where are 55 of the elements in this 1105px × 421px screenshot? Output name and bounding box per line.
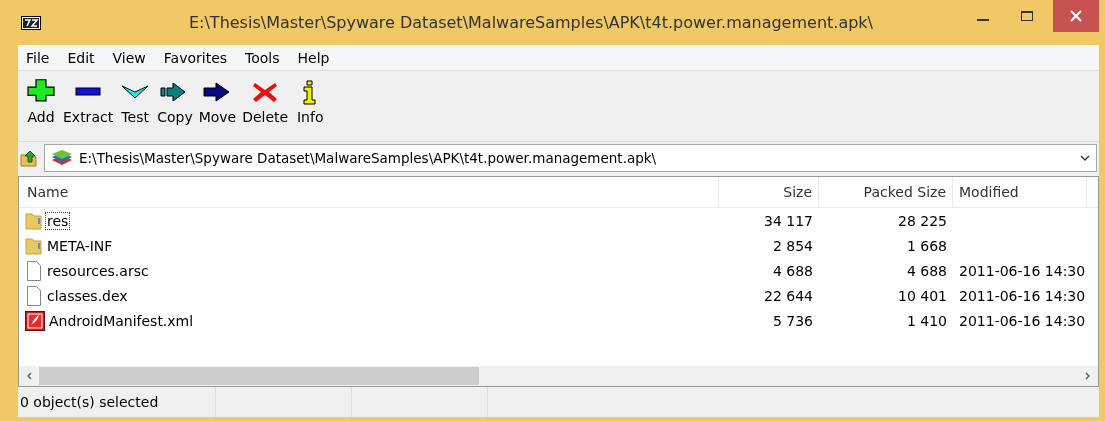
file-name[interactable]: res bbox=[45, 211, 71, 230]
menu-item[interactable]: Edit bbox=[58, 49, 104, 66]
xml-file-icon bbox=[25, 310, 45, 331]
column-header[interactable]: Name bbox=[19, 177, 719, 207]
file-icon bbox=[25, 285, 43, 306]
address-input[interactable]: E:\Thesis\Master\Spyware Dataset\MalwareSamples\APK\t4t.power.management.apk\ bbox=[79, 150, 1074, 166]
modified-cell-text: 2011-06-16 14:30 bbox=[958, 287, 1087, 304]
column-header[interactable]: Modified bbox=[953, 177, 1087, 207]
menu-item[interactable]: Help bbox=[288, 49, 339, 66]
stack-icon bbox=[51, 149, 73, 167]
modified-cell-text: 2011-06-16 14:30 bbox=[958, 262, 1087, 279]
packed-size-cell-text: 1 410 bbox=[905, 312, 948, 329]
column-header[interactable]: Size bbox=[719, 177, 819, 207]
menu-item[interactable]: Favorites bbox=[154, 49, 237, 66]
status-text: 0 object(s) selected bbox=[19, 394, 160, 410]
packed-size-cell-text: 10 401 bbox=[897, 287, 948, 304]
toolbar-button[interactable]: Extract bbox=[60, 79, 117, 141]
horizontal-scrollbar[interactable] bbox=[19, 366, 1098, 386]
dropdown-icon bbox=[1080, 155, 1090, 161]
scrollbar-thumb[interactable] bbox=[39, 367, 479, 385]
file-name[interactable]: AndroidManifest.xml bbox=[47, 311, 196, 330]
close-icon bbox=[1069, 10, 1083, 22]
window-title: E:\Thesis\Master\Spyware Dataset\MalwareSamples\APK\t4t.power.management.apk\ bbox=[187, 13, 874, 32]
file-name[interactable]: META-INF bbox=[45, 236, 115, 255]
plus-icon bbox=[25, 79, 57, 105]
packed-size-cell-text: 28 225 bbox=[897, 212, 948, 229]
packed-size-cell-text: 1 668 bbox=[905, 237, 948, 254]
maximize-icon bbox=[1020, 10, 1034, 22]
folder-up-button[interactable] bbox=[20, 149, 38, 167]
address-bar[interactable]: E:\Thesis\Master\Spyware Dataset\MalwareSamples\APK\t4t.power.management.apk\ bbox=[44, 144, 1097, 172]
size-cell-text: 2 854 bbox=[771, 237, 814, 254]
menu-item[interactable]: View bbox=[103, 49, 155, 66]
toolbar-button[interactable]: Add bbox=[22, 79, 60, 141]
size-cell-text: 5 736 bbox=[771, 312, 814, 329]
packed-size-cell-text: 4 688 bbox=[905, 262, 948, 279]
toolbar-button[interactable]: Delete bbox=[239, 79, 292, 141]
minimize-icon bbox=[977, 19, 989, 21]
toolbar-button[interactable]: Move bbox=[195, 79, 240, 141]
menu-item[interactable]: File bbox=[18, 49, 59, 66]
folder-icon bbox=[25, 211, 43, 230]
file-icon bbox=[25, 260, 43, 281]
size-cell-text: 22 644 bbox=[763, 287, 814, 304]
file-name[interactable]: resources.arsc bbox=[45, 261, 151, 280]
toolbar-button[interactable]: Copy bbox=[154, 79, 196, 141]
size-cell-text: 34 117 bbox=[763, 212, 814, 229]
toolbar-button[interactable]: Info bbox=[291, 79, 330, 141]
close-button[interactable] bbox=[1053, 0, 1099, 32]
app-logo-icon bbox=[21, 15, 41, 30]
folder-icon bbox=[25, 236, 43, 255]
toolbar-button[interactable]: Test bbox=[116, 79, 155, 141]
size-cell-text: 4 688 bbox=[771, 262, 814, 279]
file-name[interactable]: classes.dex bbox=[45, 286, 130, 305]
modified-cell-text: 2011-06-16 14:30 bbox=[958, 312, 1087, 329]
menu-item[interactable]: Tools bbox=[236, 49, 289, 66]
column-header[interactable]: Packed Size bbox=[819, 177, 953, 207]
